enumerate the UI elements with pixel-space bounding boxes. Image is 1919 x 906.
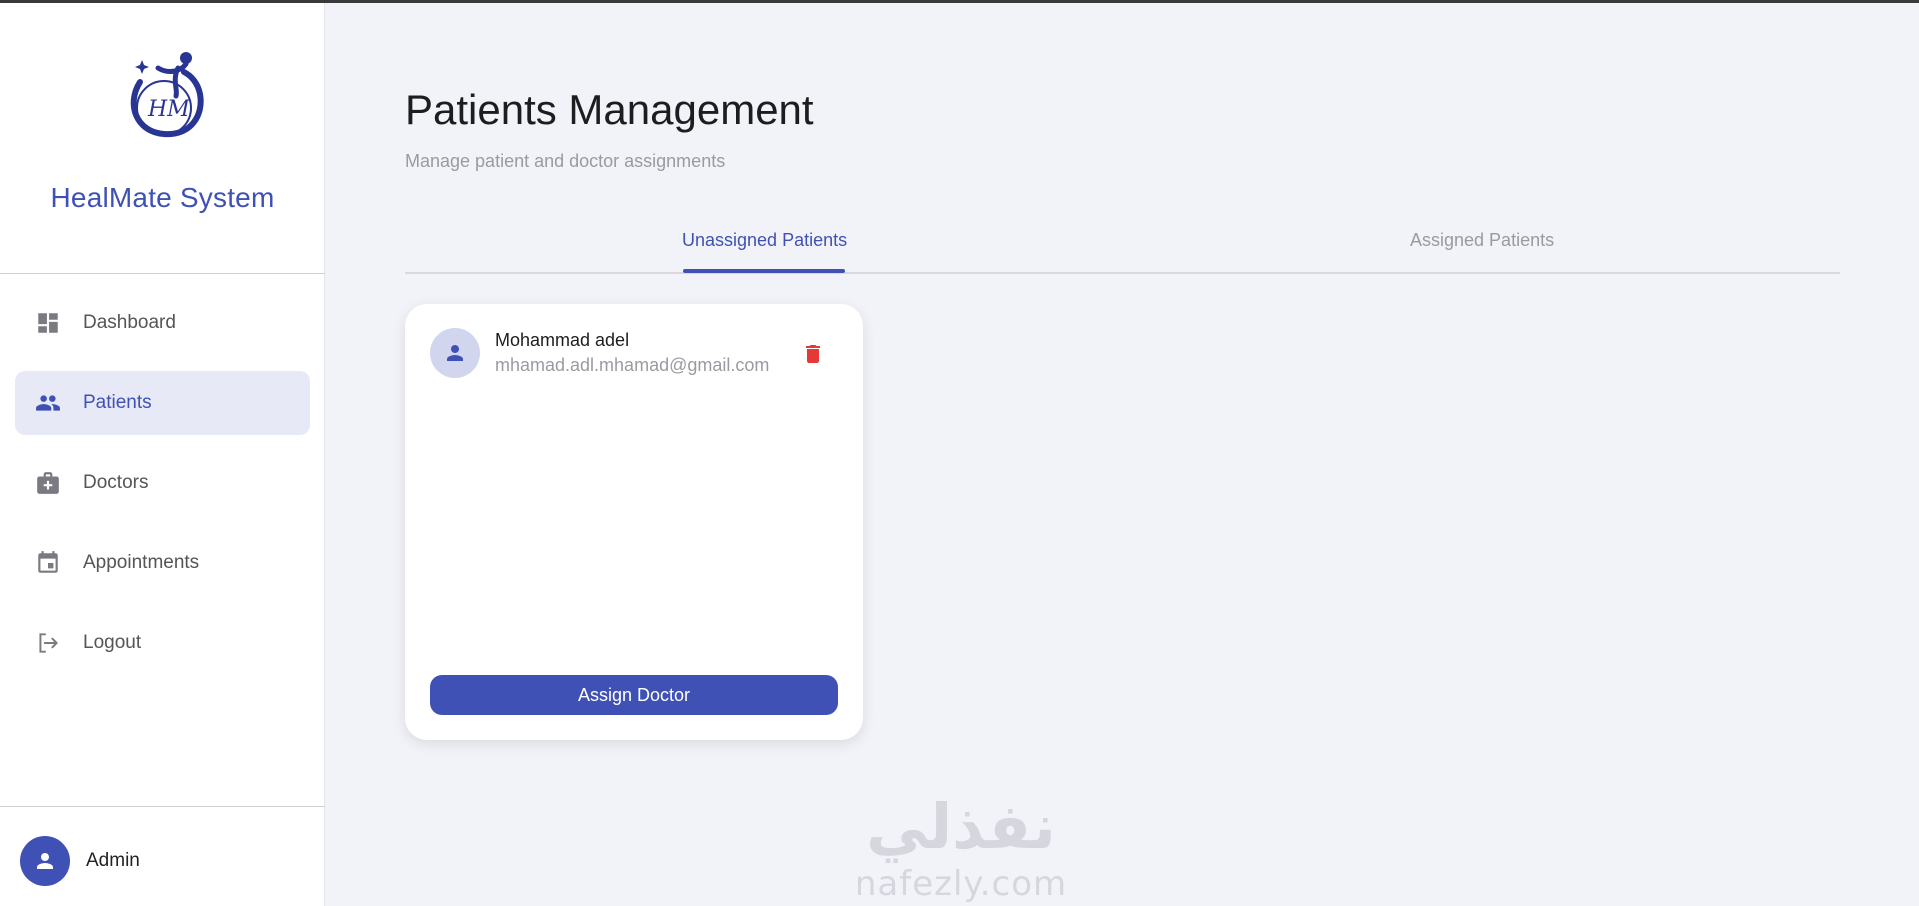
patient-card: Mohammad adel mhamad.adl.mhamad@gmail.co… xyxy=(405,304,863,740)
delete-patient-button[interactable] xyxy=(801,340,825,368)
sidebar-item-label: Patients xyxy=(83,392,152,413)
sidebar-item-patients[interactable]: Patients xyxy=(15,371,310,435)
brand-name: HealMate System xyxy=(50,182,275,213)
app-logo: HM xyxy=(118,46,210,140)
tab-assigned-patients[interactable]: Assigned Patients xyxy=(1410,230,1554,251)
sidebar-item-dashboard[interactable]: Dashboard xyxy=(15,291,310,355)
page-title: Patients Management xyxy=(405,86,814,133)
patient-tabs: Unassigned Patients Assigned Patients xyxy=(405,218,1840,274)
window-top-border xyxy=(0,0,1919,3)
main-content: Patients Management Manage patient and d… xyxy=(405,0,1840,906)
watermark-latin-text: nafezly.com xyxy=(854,864,1068,904)
sidebar-item-label: Dashboard xyxy=(83,312,176,333)
watermark: نفذلي nafezly.com xyxy=(853,790,1069,904)
assign-doctor-button[interactable]: Assign Doctor xyxy=(430,675,838,715)
sidebar-item-label: Doctors xyxy=(83,472,149,493)
patient-avatar xyxy=(430,328,480,378)
medical-bag-icon xyxy=(35,470,61,496)
user-name: Admin xyxy=(86,850,140,871)
sidebar-item-doctors[interactable]: Doctors xyxy=(15,451,310,515)
person-icon xyxy=(37,853,53,869)
sidebar-bottom-divider xyxy=(0,806,325,807)
trash-icon xyxy=(806,345,820,363)
people-icon xyxy=(35,390,61,416)
user-profile[interactable]: Admin xyxy=(20,836,140,886)
person-icon xyxy=(447,345,463,361)
sidebar-divider xyxy=(0,273,325,274)
sidebar-item-logout[interactable]: Logout xyxy=(15,611,310,675)
calendar-icon xyxy=(35,550,61,576)
dashboard-icon xyxy=(35,310,61,336)
sidebar-item-label: Appointments xyxy=(83,552,200,573)
sidebar-item-appointments[interactable]: Appointments xyxy=(15,531,310,595)
sidebar-nav: Dashboard Patients Doctors Appointments … xyxy=(15,291,310,691)
page-subtitle: Manage patient and doctor assignments xyxy=(405,151,726,171)
sidebar: HM HealMate System Dashboard Patients Do… xyxy=(0,0,325,906)
logout-icon xyxy=(35,630,61,656)
active-tab-indicator xyxy=(683,269,845,273)
tab-unassigned-patients[interactable]: Unassigned Patients xyxy=(682,230,847,251)
svg-text:HM: HM xyxy=(147,97,190,122)
patient-name: Mohammad adel xyxy=(495,330,630,350)
watermark-arabic-text: نفذلي xyxy=(866,790,1056,863)
avatar xyxy=(20,836,70,886)
patient-email: mhamad.adl.mhamad@gmail.com xyxy=(495,355,770,375)
sidebar-item-label: Logout xyxy=(83,632,142,653)
